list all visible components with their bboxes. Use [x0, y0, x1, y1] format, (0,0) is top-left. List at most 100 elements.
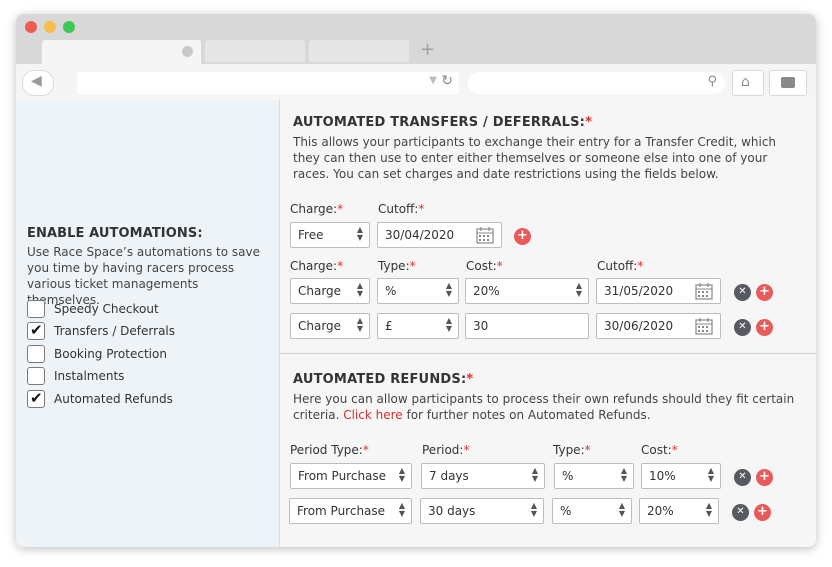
add-row-button[interactable]: +: [756, 469, 773, 486]
up-down-arrow-icon: ▲ ▼: [705, 501, 712, 518]
type-value: £: [385, 319, 393, 333]
add-row-button[interactable]: +: [756, 284, 773, 301]
period-label: Period:*: [422, 443, 470, 457]
up-down-arrow-icon: ▲ ▼: [530, 501, 537, 518]
charge-label: Charge:*: [290, 202, 344, 216]
charge-label: Charge:*: [290, 259, 344, 273]
section-divider: [280, 353, 816, 354]
remove-row-button[interactable]: ✕: [734, 319, 751, 336]
type-value: %: [562, 469, 574, 483]
period-value: 7 days: [429, 469, 469, 483]
instalments-checkbox[interactable]: [27, 367, 45, 385]
refunds-description: Here you can allow participants to proce…: [293, 392, 795, 422]
browser-tab[interactable]: [205, 40, 305, 62]
charge-value: Free: [298, 228, 324, 242]
new-tab-button[interactable]: +: [420, 40, 435, 60]
charge-select[interactable]: Charge ▲ ▼: [290, 313, 370, 339]
sidebar-description: Use Race Space’s automations to save you…: [27, 245, 260, 307]
up-down-arrow-icon: ▲ ▼: [445, 316, 452, 333]
period-select[interactable]: 7 days ▲ ▼: [421, 463, 545, 489]
cost-value: 20%: [473, 284, 500, 298]
close-window-button[interactable]: [25, 21, 37, 33]
cutoff-date-input[interactable]: 30/04/2020: [377, 222, 502, 248]
charge-value: Charge: [298, 284, 342, 298]
cutoff-label: Cutoff:*: [597, 259, 644, 273]
home-icon: ⌂: [741, 74, 750, 90]
cost-select[interactable]: 20% ▲ ▼: [639, 498, 719, 524]
type-label: Type:*: [553, 443, 591, 457]
browser-window: + ◀ ▼ ↻ ⚲ ⌂ ENABLE AUTOMATIONS: Use Race…: [16, 14, 816, 547]
add-row-button[interactable]: +: [756, 319, 773, 336]
calendar-icon[interactable]: [695, 317, 713, 335]
option-label: Speedy Checkout: [54, 302, 159, 316]
tab-close-icon[interactable]: [182, 46, 193, 57]
up-down-arrow-icon: ▲ ▼: [620, 466, 627, 483]
home-button[interactable]: ⌂: [732, 70, 764, 96]
transfers-section-title: AUTOMATED TRANSFERS / DEFERRALS:*: [293, 115, 593, 130]
remove-row-button[interactable]: ✕: [734, 284, 751, 301]
refunds-section-title: AUTOMATED REFUNDS:*: [293, 372, 474, 387]
minimize-window-button[interactable]: [44, 21, 56, 33]
main-panel: AUTOMATED TRANSFERS / DEFERRALS:* This a…: [280, 100, 816, 547]
booking-protection-checkbox[interactable]: [27, 345, 45, 363]
browser-tab[interactable]: [309, 40, 409, 62]
remove-row-button[interactable]: ✕: [734, 469, 751, 486]
speedy-checkout-checkbox[interactable]: [27, 300, 45, 318]
back-button[interactable]: ◀: [22, 70, 54, 96]
option-label: Automated Refunds: [54, 392, 173, 406]
cost-select[interactable]: 20% ▲ ▼: [465, 278, 589, 304]
back-arrow-icon: ◀: [31, 73, 42, 89]
transfers-description: This allows your participants to exchang…: [293, 135, 777, 181]
add-row-button[interactable]: +: [514, 228, 531, 245]
maximize-window-button[interactable]: [63, 21, 75, 33]
sidebar-title: ENABLE AUTOMATIONS:: [27, 226, 203, 241]
calendar-icon[interactable]: [476, 226, 494, 244]
up-down-arrow-icon: ▲ ▼: [398, 466, 405, 483]
cost-input[interactable]: 30: [465, 313, 589, 339]
cost-value: 10%: [649, 469, 676, 483]
option-label: Booking Protection: [54, 347, 167, 361]
calendar-icon[interactable]: [695, 282, 713, 300]
sidebar: ENABLE AUTOMATIONS: Use Race Space’s aut…: [16, 100, 280, 547]
cutoff-value: 31/05/2020: [604, 284, 674, 298]
up-down-arrow-icon: ▲ ▼: [707, 466, 714, 483]
period-value: 30 days: [428, 504, 476, 518]
type-select[interactable]: £ ▲ ▼: [377, 313, 459, 339]
browser-search-input[interactable]: ⚲: [468, 72, 725, 94]
period-type-select[interactable]: From Purchase ▲ ▼: [289, 498, 412, 524]
cutoff-date-input[interactable]: 31/05/2020: [596, 278, 721, 304]
remove-row-button[interactable]: ✕: [732, 504, 749, 521]
refunds-notes-link[interactable]: Click here: [343, 408, 402, 422]
cutoff-date-input[interactable]: 30/06/2020: [596, 313, 721, 339]
cost-select[interactable]: 10% ▲ ▼: [641, 463, 721, 489]
type-select[interactable]: % ▲ ▼: [552, 498, 632, 524]
period-type-select[interactable]: From Purchase ▲ ▼: [290, 463, 412, 489]
transfers-deferrals-checkbox[interactable]: [27, 321, 45, 340]
up-down-arrow-icon: ▲ ▼: [398, 501, 405, 518]
period-type-label: Period Type:*: [290, 443, 369, 457]
up-down-arrow-icon: ▲ ▼: [356, 281, 363, 298]
type-select[interactable]: % ▲ ▼: [377, 278, 459, 304]
dropdown-arrow-icon[interactable]: ▼: [429, 75, 437, 86]
address-bar[interactable]: ▼ ↻: [77, 72, 459, 94]
page-content: ENABLE AUTOMATIONS: Use Race Space’s aut…: [16, 100, 816, 547]
cost-value: 30: [473, 319, 489, 333]
add-row-button[interactable]: +: [754, 504, 771, 521]
cost-label: Cost:*: [466, 259, 503, 273]
browser-tab-active[interactable]: [42, 40, 201, 64]
automated-refunds-checkbox[interactable]: [27, 389, 45, 408]
period-type-value: From Purchase: [297, 504, 386, 518]
period-select[interactable]: 30 days ▲ ▼: [420, 498, 544, 524]
period-type-value: From Purchase: [298, 469, 387, 483]
charge-select[interactable]: Free ▲ ▼: [290, 222, 370, 248]
up-down-arrow-icon: ▲ ▼: [356, 316, 363, 333]
charge-select[interactable]: Charge ▲ ▼: [290, 278, 370, 304]
up-down-arrow-icon: ▲ ▼: [618, 501, 625, 518]
type-select[interactable]: % ▲ ▼: [554, 463, 634, 489]
option-label: Instalments: [54, 369, 125, 383]
charge-value: Charge: [298, 319, 342, 333]
menu-button[interactable]: [769, 70, 807, 96]
cutoff-value: 30/04/2020: [385, 228, 455, 242]
browser-toolbar: ◀ ▼ ↻ ⚲ ⌂: [16, 64, 816, 101]
reload-icon[interactable]: ↻: [441, 73, 453, 89]
